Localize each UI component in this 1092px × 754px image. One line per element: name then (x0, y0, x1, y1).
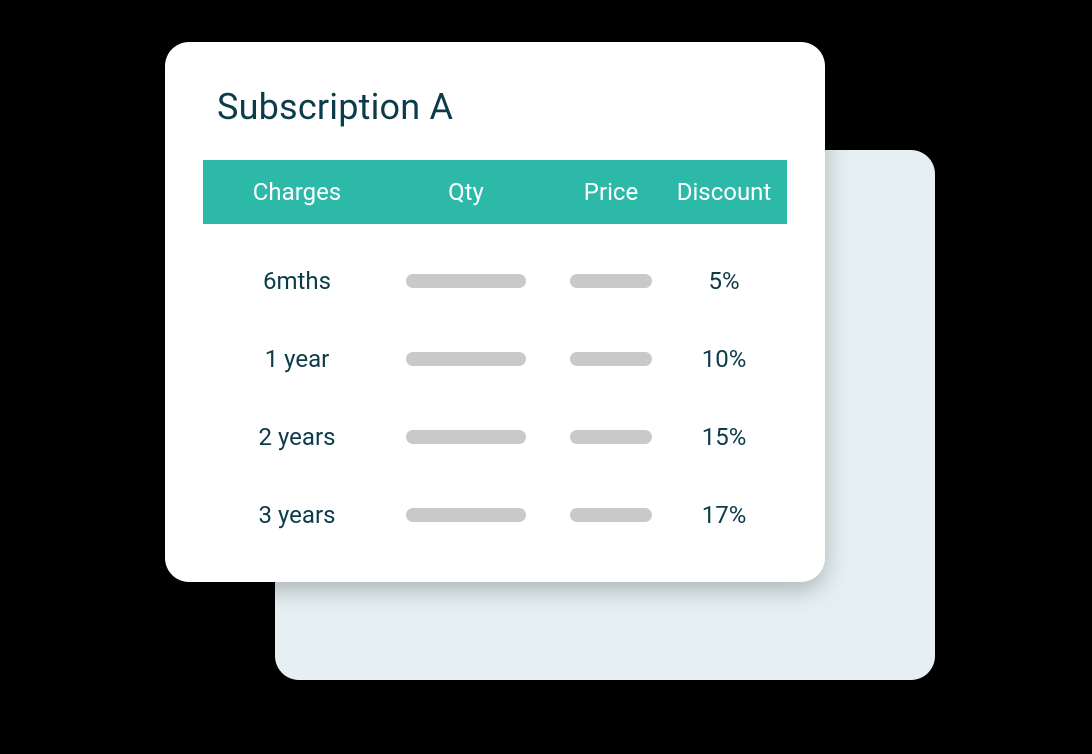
cell-charges: 6mths (213, 267, 381, 295)
cell-charges: 2 years (213, 423, 381, 451)
placeholder-bar-icon (406, 508, 526, 522)
col-header-qty: Qty (381, 178, 551, 206)
cell-qty (381, 352, 551, 366)
table-header: Charges Qty Price Discount (203, 160, 787, 224)
subscription-card: Subscription A Charges Qty Price Discoun… (165, 42, 825, 582)
col-header-discount: Discount (671, 178, 777, 206)
cell-qty (381, 430, 551, 444)
cell-price (551, 274, 671, 288)
placeholder-bar-icon (570, 430, 652, 444)
card-title: Subscription A (217, 86, 787, 128)
cell-qty (381, 508, 551, 522)
cell-charges: 3 years (213, 501, 381, 529)
placeholder-bar-icon (570, 352, 652, 366)
col-header-charges: Charges (213, 178, 381, 206)
cell-discount: 5% (671, 267, 777, 295)
placeholder-bar-icon (406, 274, 526, 288)
table-row: 2 years 15% (203, 398, 787, 476)
cell-discount: 10% (671, 345, 777, 373)
cell-qty (381, 274, 551, 288)
cell-price (551, 352, 671, 366)
cell-charges: 1 year (213, 345, 381, 373)
placeholder-bar-icon (570, 274, 652, 288)
placeholder-bar-icon (406, 352, 526, 366)
cell-price (551, 430, 671, 444)
table-row: 6mths 5% (203, 242, 787, 320)
cell-discount: 15% (671, 423, 777, 451)
table-row: 3 years 17% (203, 476, 787, 554)
col-header-price: Price (551, 178, 671, 206)
table-body: 6mths 5% 1 year 10% 2 years (203, 224, 787, 554)
placeholder-bar-icon (570, 508, 652, 522)
placeholder-bar-icon (406, 430, 526, 444)
cell-price (551, 508, 671, 522)
cell-discount: 17% (671, 501, 777, 529)
table-row: 1 year 10% (203, 320, 787, 398)
